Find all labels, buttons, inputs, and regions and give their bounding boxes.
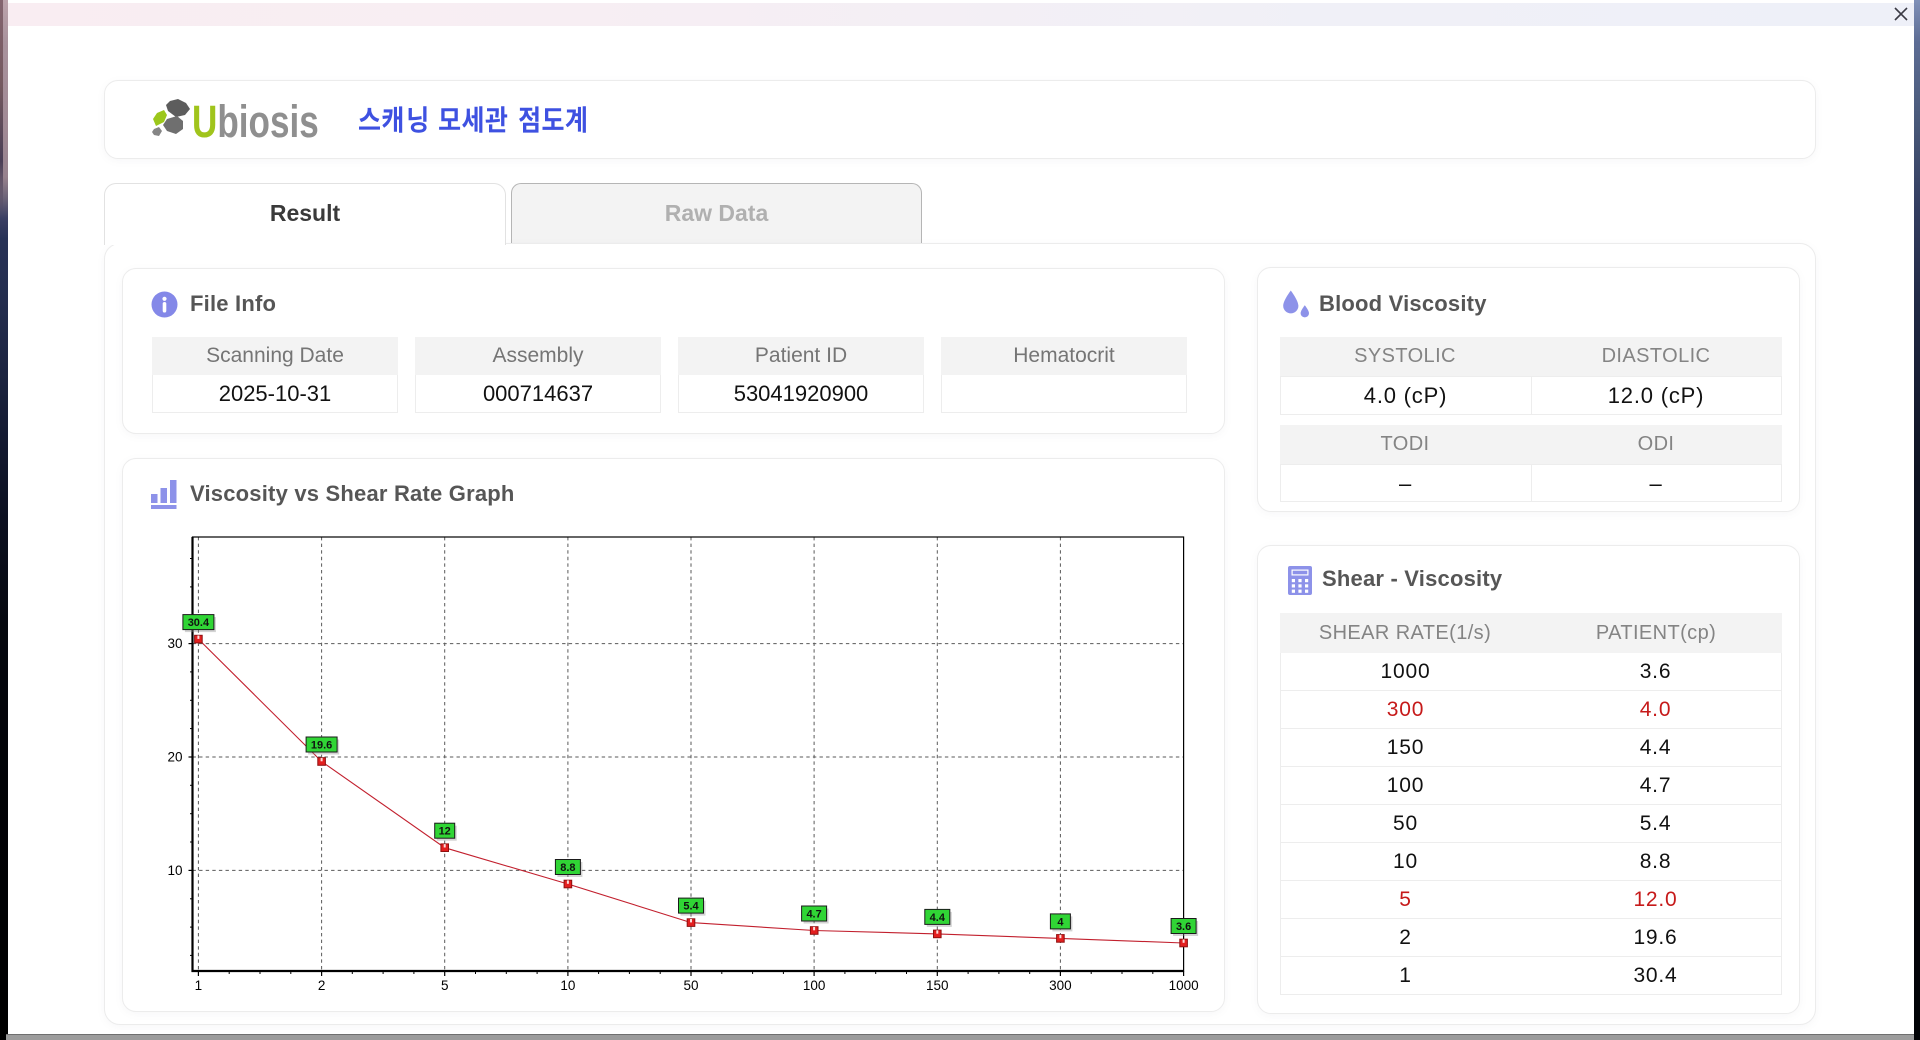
svg-text:150: 150 bbox=[926, 978, 949, 993]
svg-text:2: 2 bbox=[318, 978, 326, 993]
svg-text:4: 4 bbox=[1057, 916, 1064, 928]
svg-text:10: 10 bbox=[167, 863, 182, 878]
svg-text:30.4: 30.4 bbox=[188, 617, 210, 629]
svg-text:5: 5 bbox=[441, 978, 449, 993]
svg-text:300: 300 bbox=[1049, 978, 1072, 993]
svg-text:30: 30 bbox=[167, 636, 182, 651]
svg-text:100: 100 bbox=[803, 978, 826, 993]
svg-text:20: 20 bbox=[167, 750, 182, 765]
svg-text:19.6: 19.6 bbox=[311, 740, 332, 752]
svg-text:10: 10 bbox=[560, 978, 575, 993]
svg-text:12: 12 bbox=[439, 826, 451, 838]
svg-text:8.8: 8.8 bbox=[560, 862, 575, 874]
svg-text:4.7: 4.7 bbox=[806, 909, 821, 921]
svg-text:1000: 1000 bbox=[1169, 978, 1199, 993]
svg-text:3.6: 3.6 bbox=[1176, 921, 1191, 933]
svg-text:1: 1 bbox=[195, 978, 203, 993]
svg-text:4.4: 4.4 bbox=[930, 912, 946, 924]
svg-text:5.4: 5.4 bbox=[683, 901, 699, 913]
svg-text:50: 50 bbox=[683, 978, 698, 993]
